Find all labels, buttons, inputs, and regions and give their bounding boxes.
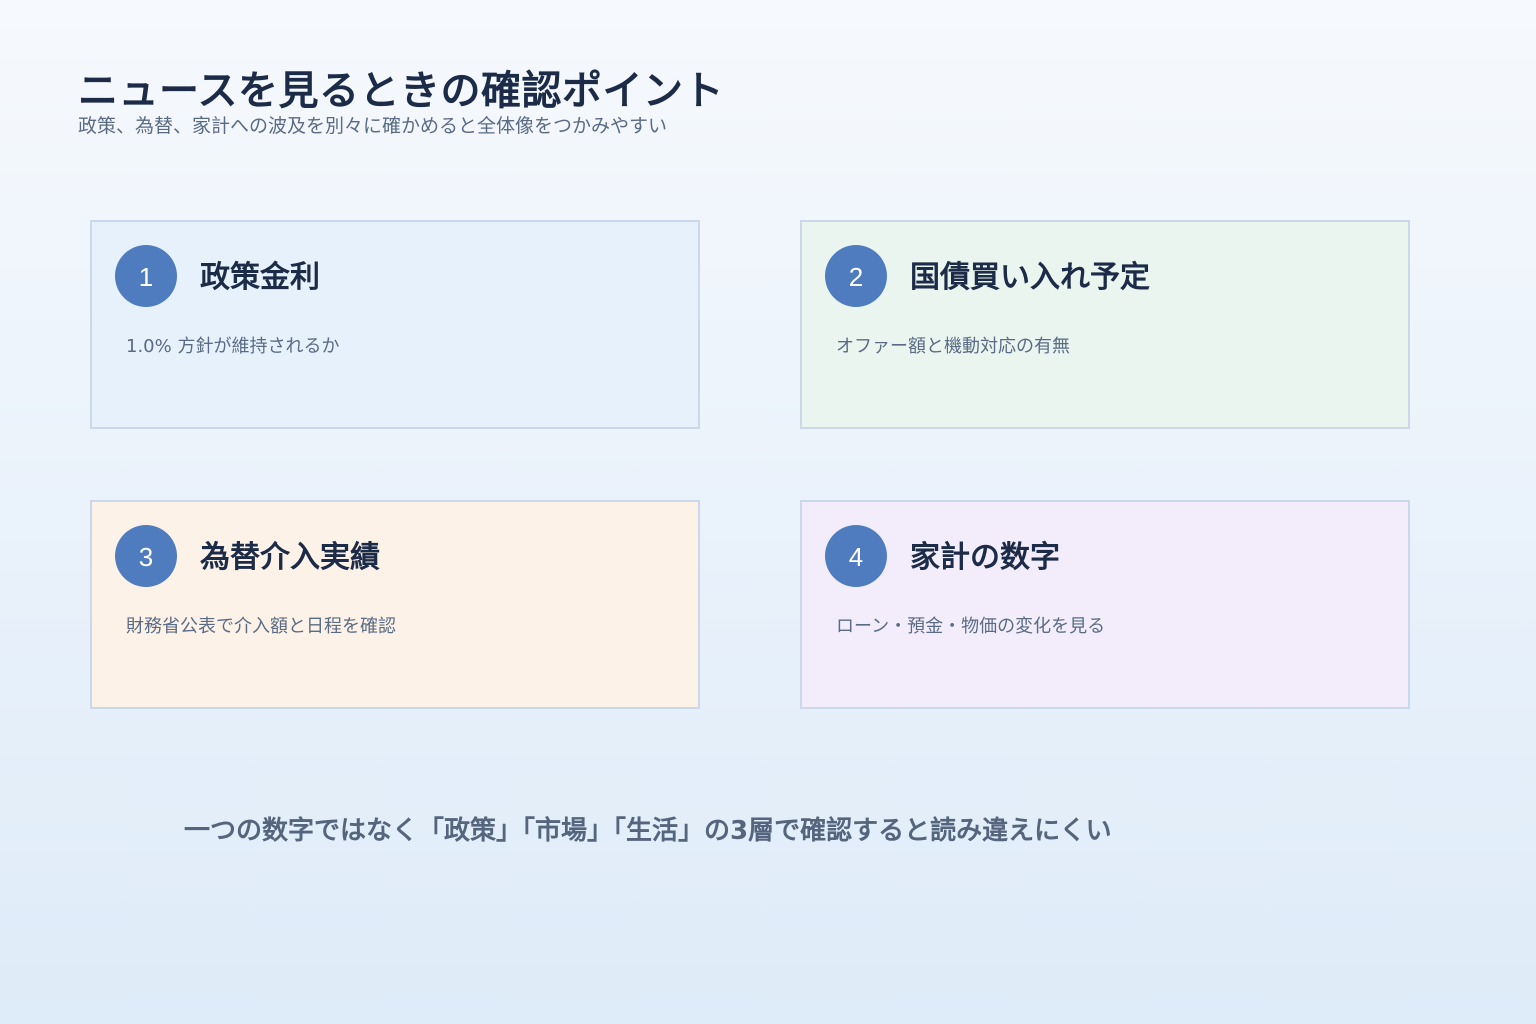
page-title: ニュースを見るときの確認ポイント: [78, 68, 724, 114]
card-title: 政策金利: [200, 260, 320, 295]
card-description: 1.0% 方針が維持されるか: [126, 336, 340, 357]
footer-note: 一つの数字ではなく「政策」「市場」「生活」の3層で確認すると読み違えにくい: [184, 816, 1112, 846]
checkpoint-card-bond-purchases: 2 国債買い入れ予定 オファー額と機動対応の有無: [800, 220, 1410, 429]
card-description: ローン・預金・物価の変化を見る: [836, 616, 1106, 637]
checkpoint-card-policy-rate: 1 政策金利 1.0% 方針が維持されるか: [90, 220, 700, 429]
card-description: オファー額と機動対応の有無: [836, 336, 1070, 357]
card-title: 家計の数字: [910, 540, 1060, 575]
step-number-badge: 3: [115, 525, 177, 587]
checkpoint-card-household-figures: 4 家計の数字 ローン・預金・物価の変化を見る: [800, 500, 1410, 709]
step-number-badge: 1: [115, 245, 177, 307]
card-description: 財務省公表で介入額と日程を確認: [126, 616, 396, 637]
page-subtitle: 政策、為替、家計への波及を別々に確かめると全体像をつかみやすい: [78, 115, 668, 137]
step-number-badge: 4: [825, 525, 887, 587]
step-number-badge: 2: [825, 245, 887, 307]
card-title: 為替介入実績: [200, 540, 380, 575]
card-title: 国債買い入れ予定: [910, 260, 1150, 295]
checkpoint-card-fx-intervention: 3 為替介入実績 財務省公表で介入額と日程を確認: [90, 500, 700, 709]
